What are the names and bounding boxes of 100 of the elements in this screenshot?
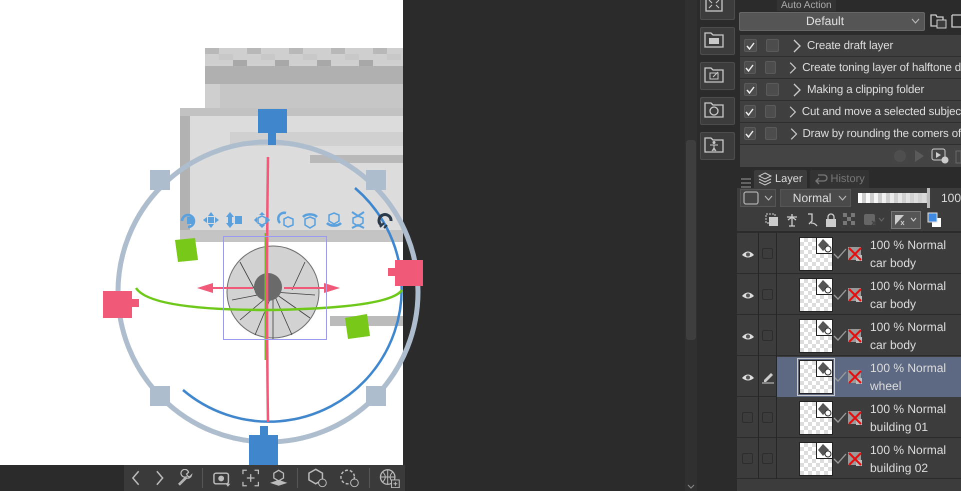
folder-image-icon[interactable] xyxy=(700,27,735,55)
cube-reset-icon[interactable] xyxy=(307,468,329,488)
check-icon xyxy=(833,248,847,260)
fit-frame-icon[interactable] xyxy=(242,469,260,487)
layer-name: building 02 xyxy=(870,460,930,474)
axis-handle[interactable] xyxy=(103,291,139,318)
action-checkbox[interactable] xyxy=(744,39,757,52)
layer-name: car body xyxy=(870,256,918,270)
action-checkbox[interactable] xyxy=(744,61,756,74)
wheel-drawing[interactable] xyxy=(226,246,320,340)
dialog-checkbox[interactable] xyxy=(764,127,777,140)
save-icon[interactable] xyxy=(951,12,961,30)
layer-thumbnail xyxy=(799,278,833,312)
rotation-ring[interactable] xyxy=(116,140,420,444)
check-icon xyxy=(833,370,847,382)
axis-handle[interactable] xyxy=(258,109,287,145)
layer-thumbnail xyxy=(799,236,833,270)
action-set-dropdown[interactable]: Default xyxy=(739,12,925,30)
mask-disabled-icon xyxy=(847,286,863,302)
layer-name: building 01 xyxy=(870,420,930,434)
transparency-lock-icon[interactable] xyxy=(843,212,857,226)
folder-edit-icon[interactable] xyxy=(700,62,735,90)
undo-icon xyxy=(814,172,828,186)
blend-mode-value: Normal xyxy=(792,191,832,205)
slider-handle[interactable] xyxy=(927,188,930,208)
panel-tab[interactable]: Auto Action xyxy=(777,0,836,11)
layer-info: 100 % Normal xyxy=(870,278,946,292)
rotation-arc[interactable] xyxy=(182,187,403,423)
eye-icon[interactable] xyxy=(740,248,754,258)
axis-handle[interactable] xyxy=(249,426,278,465)
cube-handle[interactable] xyxy=(175,238,198,262)
layer-name: wheel xyxy=(870,378,902,392)
layer-thumbnail xyxy=(799,360,833,394)
cube-handle[interactable] xyxy=(345,314,370,339)
layer-row[interactable]: 100 % Normal wheel xyxy=(777,356,961,396)
layer-thumbnail xyxy=(799,318,833,352)
check-icon xyxy=(833,412,847,424)
folder-cube-icon[interactable] xyxy=(700,97,735,125)
caret-icon xyxy=(911,18,920,24)
folder-copy-icon[interactable] xyxy=(929,12,947,30)
layer-row[interactable]: 100 % Normal car body xyxy=(777,274,961,314)
scroll-down-icon[interactable] xyxy=(685,483,697,491)
layer-thumbnail xyxy=(799,442,833,476)
caret-icon xyxy=(838,195,848,201)
square-icon xyxy=(743,191,760,205)
layer-thumbnail xyxy=(799,400,833,434)
mask-disabled-icon xyxy=(847,410,863,426)
dialog-checkbox[interactable] xyxy=(766,83,779,96)
ruler-icon[interactable] xyxy=(891,210,921,228)
magnet-icon[interactable] xyxy=(379,214,392,228)
check-icon xyxy=(833,330,847,342)
add-action-icon[interactable] xyxy=(931,148,949,164)
folder-figure-icon[interactable] xyxy=(700,132,735,160)
move-arrow[interactable] xyxy=(197,283,340,293)
eye-icon[interactable] xyxy=(740,372,754,382)
menu-icon[interactable] xyxy=(741,178,751,188)
lock-icon[interactable] xyxy=(825,212,837,226)
layer-name: car body xyxy=(870,338,918,352)
action-checkbox[interactable] xyxy=(744,105,756,118)
opacity-slider[interactable] xyxy=(858,188,932,208)
globe-add-icon[interactable] xyxy=(378,468,400,488)
action-checkbox[interactable] xyxy=(744,83,757,96)
blend-mode-dropdown[interactable]: Normal xyxy=(780,189,852,207)
cube-on-floor-icon[interactable] xyxy=(269,469,288,487)
layer-row[interactable]: 100 % Normal building 01 xyxy=(777,398,961,438)
expand-icon[interactable] xyxy=(700,0,735,20)
action-checkbox[interactable] xyxy=(744,127,756,140)
draft-icon[interactable] xyxy=(805,212,819,226)
layers-icon xyxy=(758,172,772,186)
reference-icon[interactable] xyxy=(785,212,799,226)
action-set-name: Default xyxy=(806,14,846,28)
check-icon xyxy=(833,452,847,464)
caret-icon xyxy=(764,195,773,201)
layer-info: 100 % Normal xyxy=(870,238,946,252)
layer-color-dropdown[interactable] xyxy=(740,189,776,207)
dialog-checkbox[interactable] xyxy=(764,61,776,74)
dialog-checkbox[interactable] xyxy=(766,39,779,52)
mask-disabled-icon xyxy=(847,246,863,262)
layer-name: car body xyxy=(870,296,918,310)
check-icon xyxy=(833,288,847,300)
layer-info: 100 % Normal xyxy=(870,320,946,334)
opacity-value: 100 xyxy=(940,191,961,205)
axis-line[interactable] xyxy=(266,156,270,422)
panel-tab[interactable]: Layer xyxy=(754,170,807,188)
mask-disabled-icon xyxy=(847,368,863,384)
rotation-arc[interactable] xyxy=(135,287,403,312)
layer-info: 100 % Normal xyxy=(870,360,946,374)
eye-icon[interactable] xyxy=(740,330,754,340)
mask-disabled-icon xyxy=(847,328,863,344)
wrench-icon[interactable] xyxy=(176,469,194,487)
clip-icon[interactable] xyxy=(765,212,779,226)
layer-row[interactable]: 100 % Normal car body xyxy=(777,316,961,356)
rotate-reset-icon[interactable] xyxy=(338,468,360,488)
axis-handle[interactable] xyxy=(388,260,423,286)
layer-info: 100 % Normal xyxy=(870,442,946,456)
mask-disabled-icon xyxy=(847,450,863,466)
layer-row[interactable]: 100 % Normal car body xyxy=(777,234,961,274)
dialog-checkbox[interactable] xyxy=(764,105,776,118)
layer-row[interactable]: 100 % Normal building 02 xyxy=(777,438,961,478)
eye-icon[interactable] xyxy=(740,290,754,300)
